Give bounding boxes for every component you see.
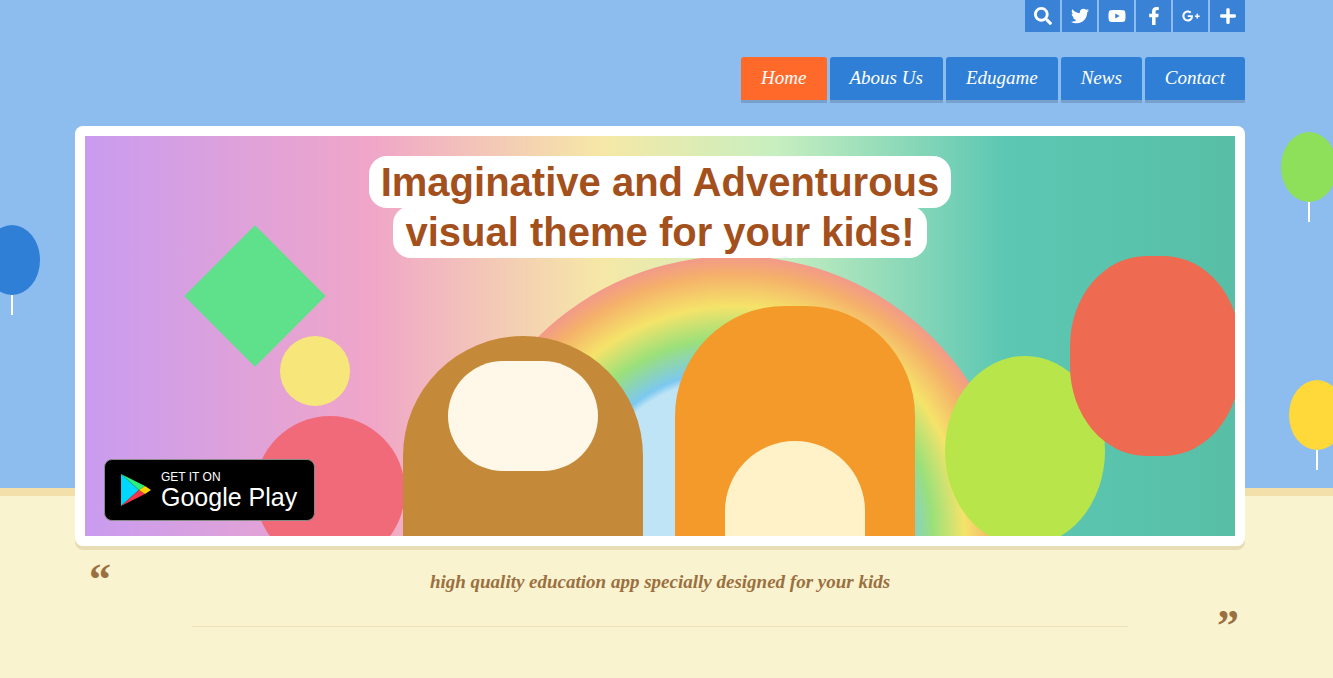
cat-figure: [675, 306, 915, 536]
google-play-badge[interactable]: GET IT ON Google Play: [104, 459, 315, 521]
social-button[interactable]: [1099, 0, 1134, 32]
search-icon: [1034, 7, 1052, 25]
balloon-green: [1281, 132, 1333, 222]
nav-item[interactable]: Contact: [1145, 57, 1245, 100]
divider: [192, 626, 1128, 627]
main-nav: HomeAbous UsEdugameNewsContact: [75, 57, 1245, 100]
page: HomeAbous UsEdugameNewsContact Imaginativ…: [0, 0, 1333, 678]
twitter-icon: [1071, 7, 1089, 25]
nav-item[interactable]: Home: [741, 57, 826, 100]
badge-small-text: GET IT ON: [161, 471, 297, 483]
dino-red: [1070, 256, 1235, 456]
container: HomeAbous UsEdugameNewsContact Imaginativ…: [75, 0, 1245, 627]
headline-line: Imaginative and Adventurous: [369, 156, 952, 208]
youtube-icon: [1108, 7, 1126, 25]
banner-frame: Imaginative and Adventurousvisual theme …: [75, 126, 1245, 546]
plus-icon: [1219, 7, 1237, 25]
play-store-icon: [119, 472, 153, 508]
nav-item[interactable]: Edugame: [946, 57, 1058, 100]
headline-line: visual theme for your kids!: [393, 206, 926, 258]
quote-text: high quality education app specially des…: [135, 560, 1185, 597]
social-bar: [75, 0, 1245, 32]
social-button[interactable]: [1025, 0, 1060, 32]
shape-circle: [280, 336, 350, 406]
social-button[interactable]: [1210, 0, 1245, 32]
banner-headline: Imaginative and Adventurousvisual theme …: [85, 158, 1235, 258]
social-button[interactable]: [1173, 0, 1208, 32]
google-plus-icon: [1182, 7, 1200, 25]
badge-big-text: Google Play: [161, 485, 297, 510]
nav-item[interactable]: Abous Us: [830, 57, 943, 100]
social-button[interactable]: [1062, 0, 1097, 32]
facebook-icon: [1145, 7, 1163, 25]
social-button[interactable]: [1136, 0, 1171, 32]
balloon-blue: [0, 225, 40, 315]
quote-open: “: [75, 560, 135, 600]
nav-item[interactable]: News: [1061, 57, 1142, 100]
banner: Imaginative and Adventurousvisual theme …: [85, 136, 1235, 536]
quote-block: “high quality education app specially de…: [75, 560, 1245, 646]
balloon-yellow: [1289, 380, 1333, 470]
quote-close: ”: [1185, 606, 1245, 646]
